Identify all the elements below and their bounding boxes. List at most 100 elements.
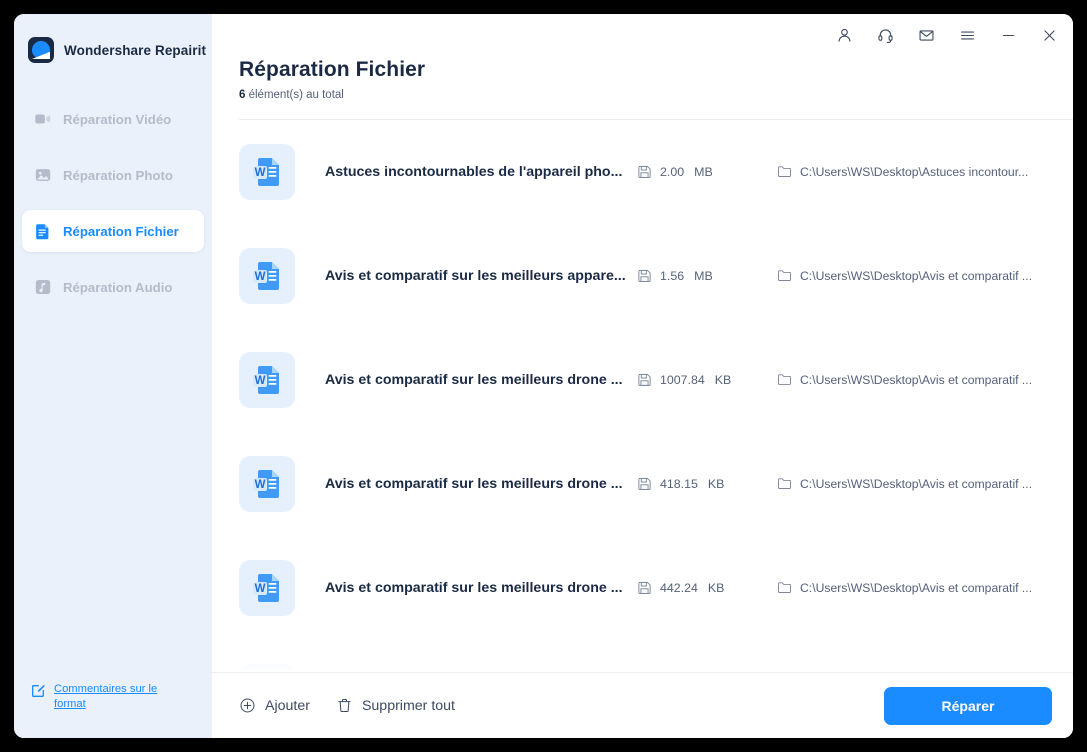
svg-text:W: W: [255, 479, 266, 491]
main-panel: Réparation Fichier 6 élément(s) au total: [212, 14, 1073, 738]
add-button[interactable]: Ajouter: [239, 697, 310, 714]
word-document-icon: W: [239, 455, 295, 512]
photo-icon: [35, 169, 51, 181]
file-path-text: C:\Users\WS\Desktop\Avis et comparatif .…: [800, 268, 1033, 283]
word-document-icon: W: [239, 559, 295, 616]
sidebar-item-video-repair[interactable]: Réparation Vidéo: [22, 98, 204, 140]
file-path-text: C:\Users\WS\Desktop\Avis et comparatif .…: [800, 476, 1033, 491]
file-name: Avis et comparatif sur les meilleurs dro…: [325, 371, 623, 388]
sidebar-item-label: Réparation Audio: [63, 279, 173, 295]
file-path: C:\Users\WS\Desktop\Avis et comparatif .…: [777, 580, 1073, 595]
sidebar-item-audio-repair[interactable]: Réparation Audio: [22, 266, 204, 308]
repairit-logo-icon: [28, 37, 54, 63]
sidebar: Wondershare Repairit Réparation Vidéo Ré…: [14, 14, 212, 738]
item-count-suffix: élément(s) au total: [248, 89, 344, 101]
file-size-value: 418.15: [660, 476, 698, 491]
word-document-icon: W: [239, 663, 295, 672]
file-list[interactable]: W Astuces incontournables de l'appareil …: [212, 120, 1073, 672]
file-size-value: 1007.84: [660, 372, 705, 387]
table-row[interactable]: W Avis et comparatif sur les meilleurs d…: [239, 536, 1073, 640]
file-name: Avis et comparatif sur les meilleurs app…: [325, 267, 626, 284]
floppy-disk-icon: [638, 374, 651, 387]
close-icon[interactable]: [1040, 26, 1059, 45]
repair-button[interactable]: Réparer: [884, 686, 1052, 725]
file-path: C:\Users\WS\Desktop\Avis et comparatif .…: [777, 476, 1073, 491]
add-button-label: Ajouter: [265, 697, 310, 714]
file-size-unit: MB: [694, 268, 713, 283]
file-size-unit: KB: [714, 372, 732, 387]
file-size-unit: KB: [707, 580, 725, 595]
floppy-disk-icon: [638, 166, 651, 179]
video-camera-icon: [35, 114, 51, 124]
hamburger-menu-icon[interactable]: [958, 26, 977, 45]
file-size-value: 442.24: [660, 580, 698, 595]
file-size-unit: MB: [694, 164, 713, 179]
headset-icon[interactable]: [876, 26, 895, 45]
file-size: 1.56 MB: [637, 268, 777, 283]
brand-name: Wondershare Repairit: [64, 42, 207, 58]
floppy-disk-icon: [638, 478, 651, 491]
file-size: 2.00 MB: [637, 164, 777, 179]
sidebar-item-label: Réparation Vidéo: [63, 111, 172, 127]
file-size: 418.15 KB: [637, 476, 777, 491]
table-row[interactable]: W Avis et comparatif sur les meilleurs d…: [239, 432, 1073, 536]
footer-toolbar: Ajouter Supprimer tout Réparer: [212, 672, 1073, 738]
delete-all-button[interactable]: Supprimer tout: [336, 697, 455, 714]
svg-text:W: W: [255, 167, 266, 179]
table-row[interactable]: W Avis et comparatif sur les meilleurs a…: [239, 224, 1073, 328]
document-icon: [36, 224, 49, 240]
page-header: Réparation Fichier 6 élément(s) au total: [212, 56, 1073, 109]
svg-text:W: W: [255, 271, 266, 283]
svg-text:W: W: [255, 583, 266, 595]
file-path: C:\Users\WS\Desktop\Astuces incontour...: [777, 164, 1073, 179]
folder-icon: [778, 582, 791, 594]
page-title: Réparation Fichier: [239, 58, 426, 81]
file-size: 442.24 KB: [637, 580, 777, 595]
folder-icon: [778, 166, 791, 178]
trash-icon: [338, 699, 351, 712]
table-row[interactable]: W Avis et comparatif sur les meilleurs d…: [239, 328, 1073, 432]
table-row[interactable]: W: [239, 640, 1073, 672]
sidebar-item-file-repair[interactable]: Réparation Fichier: [22, 210, 204, 252]
plus-circle-icon: [240, 698, 255, 713]
file-name: Avis et comparatif sur les meilleurs dro…: [325, 579, 623, 596]
file-name: Avis et comparatif sur les meilleurs dro…: [325, 475, 623, 492]
item-count-value: 6: [239, 89, 246, 101]
svg-text:W: W: [255, 375, 266, 387]
sidebar-item-photo-repair[interactable]: Réparation Photo: [22, 154, 204, 196]
account-icon[interactable]: [835, 26, 854, 45]
file-size: 1007.84 KB: [637, 372, 777, 387]
folder-icon: [778, 270, 791, 282]
word-document-icon: W: [239, 247, 295, 304]
file-size-unit: KB: [707, 476, 725, 491]
word-document-icon: W: [239, 351, 295, 408]
floppy-disk-icon: [638, 582, 651, 595]
file-size-value: 1.56: [660, 268, 685, 283]
file-size-value: 2.00: [660, 164, 685, 179]
mail-icon[interactable]: [917, 26, 936, 45]
app-window: Wondershare Repairit Réparation Vidéo Ré…: [14, 14, 1073, 738]
floppy-disk-icon: [638, 270, 651, 283]
folder-icon: [778, 374, 791, 386]
item-count: 6 élément(s) au total: [239, 89, 1073, 101]
file-path-text: C:\Users\WS\Desktop\Astuces incontour...: [800, 164, 1029, 179]
word-document-icon: W: [239, 143, 295, 200]
sidebar-item-label: Réparation Photo: [63, 167, 173, 183]
file-name: Astuces incontournables de l'appareil ph…: [325, 163, 623, 180]
minimize-icon[interactable]: [999, 26, 1018, 45]
format-feedback-link[interactable]: Commentaires sur le format: [54, 682, 162, 712]
file-path: C:\Users\WS\Desktop\Avis et comparatif .…: [777, 372, 1073, 387]
folder-icon: [778, 478, 791, 490]
brand: Wondershare Repairit: [14, 14, 212, 70]
file-path: C:\Users\WS\Desktop\Avis et comparatif .…: [777, 268, 1073, 283]
sidebar-item-label: Réparation Fichier: [63, 223, 179, 239]
sidebar-nav: Réparation Vidéo Réparation Photo Répara…: [14, 98, 212, 318]
table-row[interactable]: W Astuces incontournables de l'appareil …: [239, 120, 1073, 224]
file-path-text: C:\Users\WS\Desktop\Avis et comparatif .…: [800, 372, 1033, 387]
file-path-text: C:\Users\WS\Desktop\Avis et comparatif .…: [800, 580, 1033, 595]
titlebar: [212, 14, 1073, 56]
format-feedback[interactable]: Commentaires sur le format: [14, 682, 212, 738]
edit-square-icon: [32, 685, 45, 698]
delete-all-button-label: Supprimer tout: [361, 697, 456, 714]
music-note-icon: [35, 279, 51, 295]
